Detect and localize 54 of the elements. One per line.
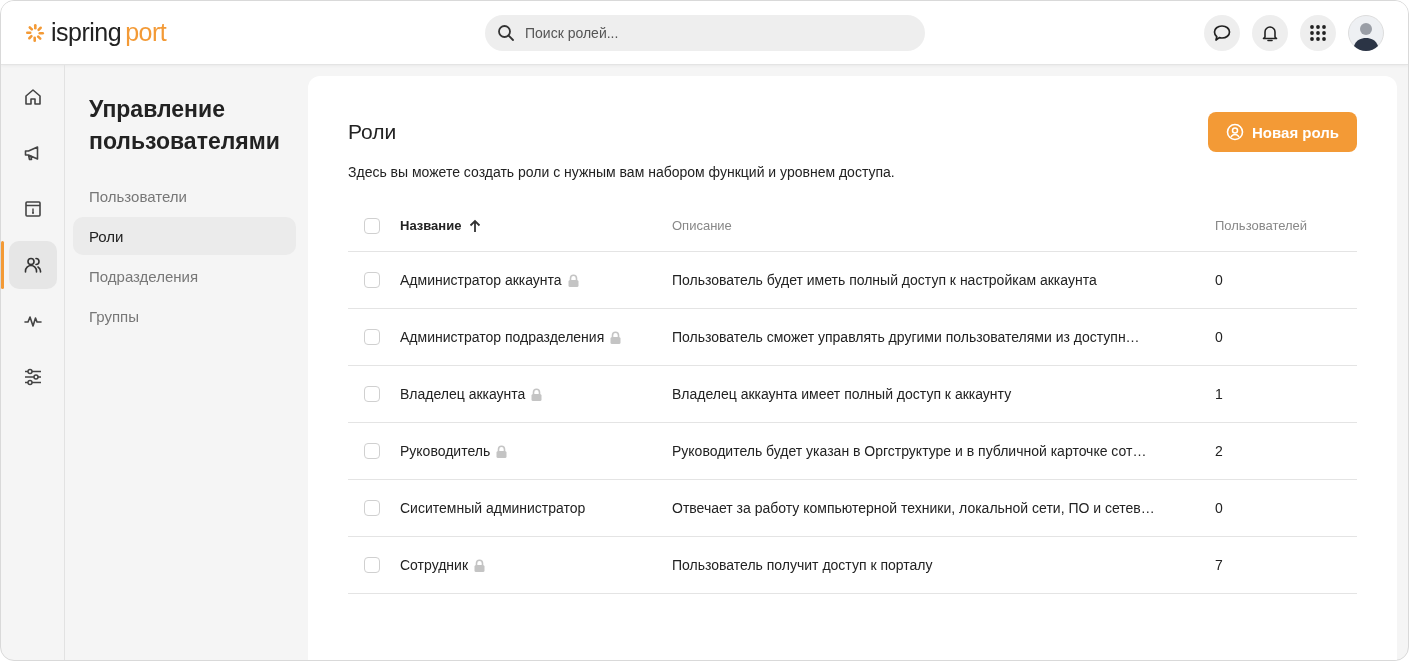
users-icon — [23, 255, 43, 275]
user-count: 0 — [1215, 329, 1223, 345]
user-count: 0 — [1215, 272, 1223, 288]
grid-icon — [1309, 23, 1327, 42]
search-input[interactable]: Поиск ролей... — [523, 23, 913, 42]
user-count: 7 — [1215, 557, 1223, 573]
role-name: Сотрудник — [400, 557, 468, 573]
sidebar-item[interactable]: Подразделения — [73, 257, 296, 295]
sidebar-item[interactable]: Роли — [73, 217, 296, 255]
role-name: Руководитель — [400, 443, 491, 459]
role-description: Руководитель будет указан в Оргструктуре и в публичной карточке сот… — [672, 443, 1147, 459]
avatar[interactable] — [1348, 14, 1384, 51]
row-checkbox[interactable] — [364, 500, 380, 516]
sidebar-item[interactable]: Группы — [73, 297, 296, 335]
row-checkbox[interactable] — [364, 443, 380, 459]
page-description: Здесь вы можете создать роли с нужным вам набором функций и уровнем доступа. — [348, 164, 896, 180]
chat-button[interactable] — [1204, 14, 1240, 51]
role-description: Отвечает за работу компьютерной техники, локальной сети, ПО и сетев… — [672, 500, 1155, 516]
column-header[interactable]: Название — [400, 218, 462, 233]
role-name: Сиситемный администратор — [400, 500, 586, 516]
logo-product: port — [125, 18, 167, 47]
search-field[interactable]: Поиск ролей... — [485, 14, 925, 51]
logo-icon — [25, 22, 45, 43]
search-icon — [497, 23, 515, 42]
role-name: Администратор аккаунта — [400, 272, 562, 288]
user-circle-icon — [1226, 123, 1244, 141]
user-count: 1 — [1215, 386, 1223, 402]
role-name: Администратор подразделения — [400, 329, 605, 345]
users-nav-button[interactable] — [9, 241, 57, 289]
row-checkbox[interactable] — [364, 329, 380, 345]
info-icon — [23, 199, 43, 219]
column-header[interactable]: Описание — [672, 218, 732, 233]
notifications-button[interactable] — [1252, 14, 1288, 51]
sliders-icon — [23, 367, 43, 387]
new-role-button[interactable]: Новая роль — [1208, 112, 1357, 152]
row-checkbox[interactable] — [364, 272, 380, 288]
user-count: 0 — [1215, 500, 1223, 516]
row-checkbox[interactable] — [364, 386, 380, 402]
role-description: Владелец аккаунта имеет полный доступ к аккаунту — [672, 386, 1012, 402]
user-count: 2 — [1215, 443, 1223, 459]
role-description: Пользователь сможет управлять другими пользователями из доступн… — [672, 329, 1140, 345]
column-header[interactable]: Пользователей — [1215, 218, 1308, 233]
role-description: Пользователь получит доступ к порталу — [672, 557, 933, 573]
section-title: Управление пользователями — [89, 95, 281, 156]
role-name: Владелец аккаунта — [400, 386, 526, 402]
page-title: Роли — [348, 120, 397, 144]
home-icon — [23, 87, 43, 107]
select-all-checkbox[interactable] — [364, 218, 380, 234]
role-description: Пользователь будет иметь полный доступ к настройкам аккаунта — [672, 272, 1097, 288]
apps-button[interactable] — [1300, 14, 1336, 51]
chat-icon — [1212, 22, 1232, 43]
row-checkbox[interactable] — [364, 557, 380, 573]
sidebar-item[interactable]: Пользователи — [73, 177, 296, 215]
logo-brand: ispring — [51, 18, 122, 47]
